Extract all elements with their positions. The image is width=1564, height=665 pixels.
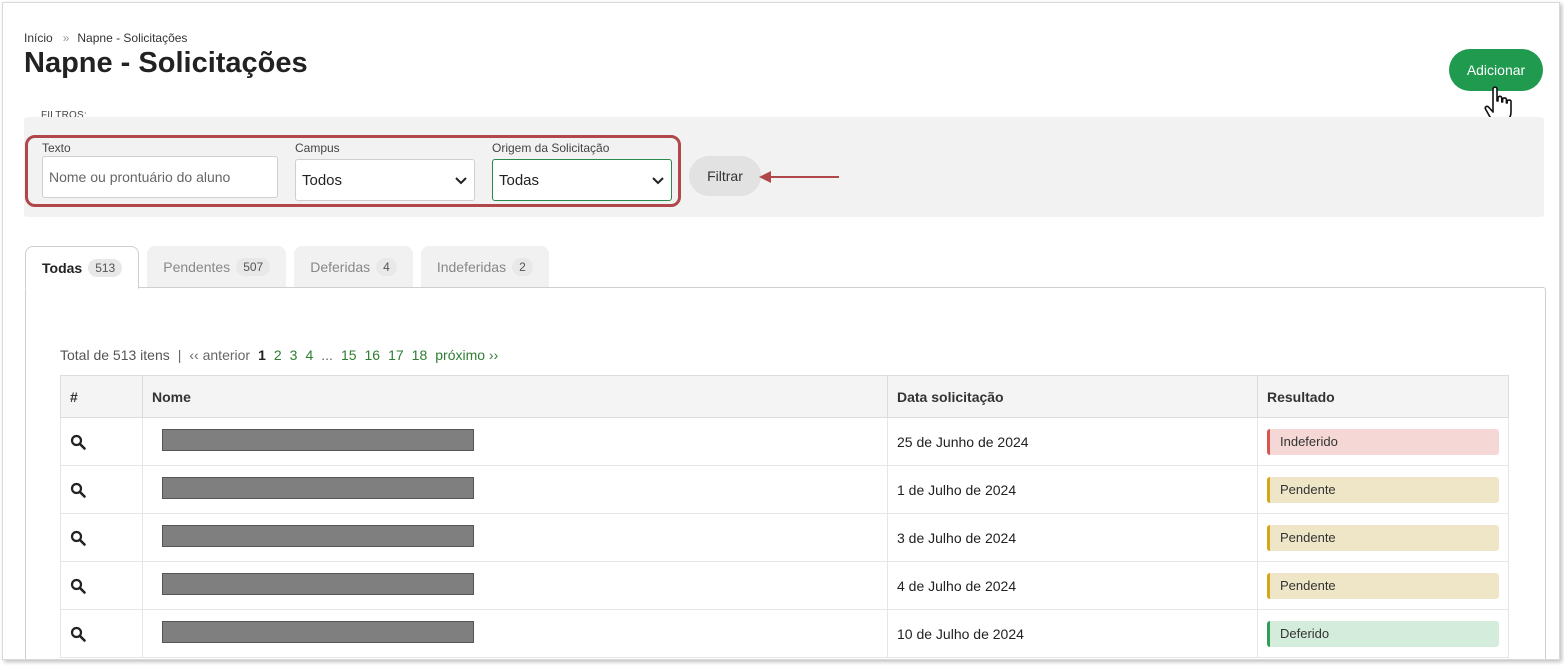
pager-page-current: 1 [258, 347, 266, 363]
pager-page-link[interactable]: 4 [305, 347, 313, 363]
status-badge: Pendente [1267, 572, 1499, 599]
date-cell: 25 de Junho de 2024 [887, 417, 1258, 466]
date-cell: 1 de Julho de 2024 [887, 465, 1258, 514]
name-cell [142, 465, 888, 514]
search-icon[interactable] [70, 434, 86, 450]
tab-bar: Todas 513 Pendentes 507 Deferidas 4 Inde… [25, 246, 549, 289]
breadcrumb-home[interactable]: Início [24, 31, 53, 45]
table-header-row: # Nome Data solicitação Resultado [60, 375, 1509, 418]
pager-prev: ‹‹ anterior [189, 347, 251, 363]
status-badge: Pendente [1267, 524, 1499, 551]
tab-pendentes[interactable]: Pendentes 507 [147, 246, 287, 288]
redacted-name [162, 429, 474, 451]
date-cell: 3 de Julho de 2024 [887, 513, 1258, 562]
tab-label: Indeferidas [436, 259, 507, 275]
status-badge: Indeferido [1267, 428, 1499, 455]
breadcrumb-separator: » [62, 31, 70, 45]
table-row: 25 de Junho de 2024 Indeferido [60, 417, 1509, 466]
search-icon[interactable] [70, 530, 86, 546]
column-header-name: Nome [142, 375, 888, 418]
result-cell: Pendente [1257, 513, 1509, 562]
tab-deferidas[interactable]: Deferidas 4 [294, 246, 413, 288]
row-action-cell [60, 609, 143, 658]
tab-indeferidas[interactable]: Indeferidas 2 [420, 246, 549, 288]
result-cell: Indeferido [1257, 417, 1509, 466]
table-row: 3 de Julho de 2024 Pendente [60, 513, 1509, 562]
pager-ellipsis: ... [321, 347, 333, 363]
name-cell [142, 609, 888, 658]
table-row: 10 de Julho de 2024 Deferido [60, 609, 1509, 658]
name-cell [142, 561, 888, 610]
name-cell [142, 417, 888, 466]
date-cell: 10 de Julho de 2024 [887, 609, 1258, 658]
row-action-cell [60, 513, 143, 562]
search-icon[interactable] [70, 482, 86, 498]
search-icon[interactable] [70, 626, 86, 642]
date-cell: 4 de Julho de 2024 [887, 561, 1258, 610]
redacted-name [162, 621, 474, 643]
result-cell: Pendente [1257, 561, 1509, 610]
status-badge: Deferido [1267, 620, 1499, 647]
tab-count-badge: 2 [512, 258, 533, 276]
name-cell [142, 513, 888, 562]
redacted-name [162, 525, 474, 547]
pager-page-link[interactable]: 15 [341, 347, 357, 363]
redacted-name [162, 477, 474, 499]
pager-page-link[interactable]: 17 [388, 347, 404, 363]
breadcrumb: Início » Napne - Solicitações [24, 31, 187, 45]
table-row: 1 de Julho de 2024 Pendente [60, 465, 1509, 514]
filter-highlight-annotation [25, 135, 681, 207]
annotation-arrow-icon [759, 171, 839, 183]
status-badge: Pendente [1267, 476, 1499, 503]
search-icon[interactable] [70, 578, 86, 594]
tab-label: Pendentes [163, 259, 231, 275]
tab-label: Deferidas [310, 259, 371, 275]
pager-page-link[interactable]: 3 [290, 347, 298, 363]
row-action-cell [60, 561, 143, 610]
page-frame: Início » Napne - Solicitações Napne - So… [2, 2, 1560, 660]
pagination: Total de 513 itens | ‹‹ anterior 1 2 3 4… [60, 347, 498, 363]
pager-page-link[interactable]: 2 [274, 347, 282, 363]
filter-button[interactable]: Filtrar [689, 156, 761, 196]
tab-label: Todas [42, 259, 83, 276]
pager-page-link[interactable]: 16 [365, 347, 381, 363]
tab-count-badge: 513 [88, 258, 123, 277]
page-title: Napne - Solicitações [24, 47, 308, 79]
pager-next[interactable]: próximo ›› [435, 347, 498, 363]
pager-divider: | [177, 347, 182, 363]
column-header-result: Resultado [1257, 375, 1509, 418]
breadcrumb-current: Napne - Solicitações [77, 31, 188, 45]
redacted-name [162, 573, 474, 595]
column-header-index: # [60, 375, 143, 418]
result-cell: Deferido [1257, 609, 1509, 658]
pager-page-link[interactable]: 18 [412, 347, 428, 363]
result-cell: Pendente [1257, 465, 1509, 514]
tab-count-badge: 4 [376, 258, 397, 276]
table-row: 4 de Julho de 2024 Pendente [60, 561, 1509, 610]
column-header-date: Data solicitação [887, 375, 1258, 418]
tab-count-badge: 507 [236, 258, 271, 276]
tab-todas[interactable]: Todas 513 [25, 246, 140, 289]
row-action-cell [60, 417, 143, 466]
row-action-cell [60, 465, 143, 514]
requests-table: # Nome Data solicitação Resultado 25 de … [60, 375, 1509, 658]
total-count: Total de 513 itens [60, 347, 170, 363]
